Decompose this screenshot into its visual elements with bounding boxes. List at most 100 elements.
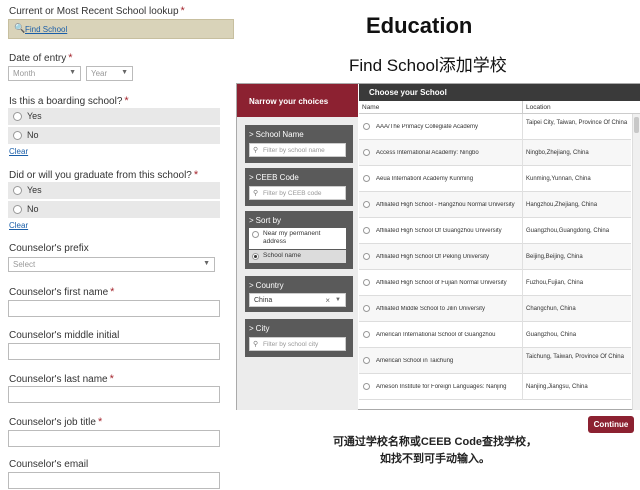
school-location-cell: Ningbo,Zhejiang, China xyxy=(526,150,589,156)
school-location-cell: Nanjing,Jiangsu, China xyxy=(526,384,588,390)
table-row[interactable]: Aeua Internationl Academy Kunming Kunming… xyxy=(359,166,631,192)
scroll-thumb[interactable] xyxy=(634,117,639,133)
city-filter: > City ⚲ Filter by school city xyxy=(245,319,353,357)
boarding-no-radio[interactable]: No xyxy=(8,127,220,144)
graduate-label: Did or will you graduate from this schoo… xyxy=(9,169,199,181)
middle-initial-input[interactable] xyxy=(8,343,220,360)
narrow-choices-header: Narrow your choices xyxy=(237,84,358,117)
school-name-filter: > School Name ⚲ Filter by school name xyxy=(245,125,353,163)
school-location-cell: Fuzhou,Fujian, China xyxy=(526,280,584,286)
row-radio[interactable] xyxy=(363,201,370,208)
chevron-right-icon: > xyxy=(249,324,254,333)
boarding-yes-radio[interactable]: Yes xyxy=(8,108,220,125)
school-lookup-label: Current or Most Recent School lookup * xyxy=(9,5,185,17)
school-name-cell: Ameson Institute for Foreign Languages: … xyxy=(376,384,507,390)
last-name-label: Counselor's last name * xyxy=(9,373,114,385)
find-school-dialog: Narrow your choices > School Name ⚲ Filter… xyxy=(236,83,640,410)
table-row[interactable]: Ameson Institute for Foreign Languages: … xyxy=(359,374,631,400)
school-name-cell: Affiliated High School of Fujian Normal … xyxy=(376,280,507,286)
row-radio[interactable] xyxy=(363,357,370,364)
column-name[interactable]: Name xyxy=(362,104,379,111)
row-radio[interactable] xyxy=(363,253,370,260)
chevron-down-icon: ▼ xyxy=(335,297,341,303)
prefix-select[interactable]: Select ▼ xyxy=(8,257,215,272)
chevron-right-icon: > xyxy=(249,216,254,225)
table-row[interactable]: Affiliated High School Of Peking Univers… xyxy=(359,244,631,270)
table-row[interactable]: American School in Taichung Taichung, Tai… xyxy=(359,348,631,374)
school-name-cell: American International School of Guangzh… xyxy=(376,332,496,338)
table-row[interactable]: Affiliated High School - Hangzhou Normal… xyxy=(359,192,631,218)
school-location-cell: Beijing,Beijing, China xyxy=(526,254,583,260)
school-location-cell: Kunming,Yunnan, China xyxy=(526,176,591,182)
application-form: Current or Most Recent School lookup * 🔍 … xyxy=(0,0,234,490)
graduate-yes-radio[interactable]: Yes xyxy=(8,182,220,199)
year-select[interactable]: Year ▼ xyxy=(86,66,133,81)
first-name-input[interactable] xyxy=(8,300,220,317)
school-name-cell: Affiliated Middle School to Jilin Univer… xyxy=(376,306,485,312)
prefix-label: Counselor's prefix xyxy=(9,243,89,254)
email-label: Counselor's email xyxy=(9,459,89,470)
chevron-right-icon: > xyxy=(249,130,254,139)
boarding-label: Is this a boarding school? * xyxy=(9,95,129,107)
school-location-cell: Changchun, China xyxy=(526,306,576,312)
job-title-label: Counselor's job title * xyxy=(9,416,103,428)
row-radio[interactable] xyxy=(363,149,370,156)
continue-button[interactable]: Continue xyxy=(588,416,634,433)
graduate-no-radio[interactable]: No xyxy=(8,201,220,218)
list-scrollbar[interactable] xyxy=(632,114,640,410)
school-name-cell: Access International Academy: Ningbo xyxy=(376,150,479,156)
row-radio[interactable] xyxy=(363,331,370,338)
school-name-cell: Affiliated High School - Hangzhou Normal… xyxy=(376,202,515,208)
school-name-input[interactable]: ⚲ Filter by school name xyxy=(249,143,346,157)
find-school-link[interactable]: Find School xyxy=(25,25,67,34)
email-input[interactable] xyxy=(8,472,220,489)
table-row[interactable]: American International School of Guangzh… xyxy=(359,322,631,348)
graduate-clear-link[interactable]: Clear xyxy=(9,221,28,230)
school-name-cell: AAA/The Primacy Collegiate Academy xyxy=(376,124,479,130)
chevron-right-icon: > xyxy=(249,281,254,290)
column-location[interactable]: Location xyxy=(526,104,551,111)
school-location-cell: Guangzhou, China xyxy=(526,332,577,338)
search-icon: ⚲ xyxy=(253,341,259,348)
country-select[interactable]: China × ▼ xyxy=(249,293,346,307)
row-radio[interactable] xyxy=(363,123,370,130)
last-name-input[interactable] xyxy=(8,386,220,403)
chevron-down-icon: ▼ xyxy=(69,69,76,76)
chevron-right-icon: > xyxy=(249,173,254,182)
list-column-headers: Name Location xyxy=(359,101,640,114)
slide-title: Education xyxy=(366,13,473,38)
row-radio[interactable] xyxy=(363,305,370,312)
table-row[interactable]: Access International Academy: Ningbo Ning… xyxy=(359,140,631,166)
row-radio[interactable] xyxy=(363,227,370,234)
close-icon[interactable]: × xyxy=(325,296,330,305)
school-name-cell: Affiliated High School Of Peking Univers… xyxy=(376,254,489,260)
table-row[interactable]: AAA/The Primacy Collegiate Academy Taipei… xyxy=(359,114,631,140)
ceeb-input[interactable]: ⚲ Filter by CEEB code xyxy=(249,186,346,200)
boarding-clear-link[interactable]: Clear xyxy=(9,147,28,156)
job-title-input[interactable] xyxy=(8,430,220,447)
month-select[interactable]: Month ▼ xyxy=(8,66,81,81)
city-input[interactable]: ⚲ Filter by school city xyxy=(249,337,346,351)
chevron-down-icon: ▼ xyxy=(203,260,210,267)
table-row[interactable]: Affiliated High School of Fujian Normal … xyxy=(359,270,631,296)
find-school-box[interactable]: 🔍 Find School xyxy=(8,19,234,39)
sort-school-name-radio[interactable]: School name xyxy=(249,250,346,263)
first-name-label: Counselor's first name * xyxy=(9,286,115,298)
instruction-line-1: 可通过学校名称或CEEB Code查找学校， xyxy=(332,436,538,448)
school-name-cell: American School in Taichung xyxy=(376,358,454,364)
table-row[interactable]: Affiliated Middle School to Jilin Univer… xyxy=(359,296,631,322)
country-filter: > Country China × ▼ xyxy=(245,276,353,312)
row-radio[interactable] xyxy=(363,383,370,390)
table-row[interactable]: Affiliated High School Of Guangzhou Univ… xyxy=(359,218,631,244)
sort-near-address-radio[interactable]: Near my permanent address xyxy=(249,228,346,249)
date-of-entry-label: Date of entry * xyxy=(9,52,73,64)
row-radio[interactable] xyxy=(363,279,370,286)
row-radio[interactable] xyxy=(363,175,370,182)
school-list: AAA/The Primacy Collegiate Academy Taipei… xyxy=(359,114,631,410)
school-name-cell: Affiliated High School Of Guangzhou Univ… xyxy=(376,228,502,234)
chevron-down-icon: ▼ xyxy=(121,69,128,76)
school-location-cell: Guangzhou,Guangdong, China xyxy=(526,228,610,234)
choose-school-header: Choose your School xyxy=(359,84,640,101)
search-icon: ⚲ xyxy=(253,147,259,154)
school-name-cell: Aeua Internationl Academy Kunming xyxy=(376,176,474,182)
